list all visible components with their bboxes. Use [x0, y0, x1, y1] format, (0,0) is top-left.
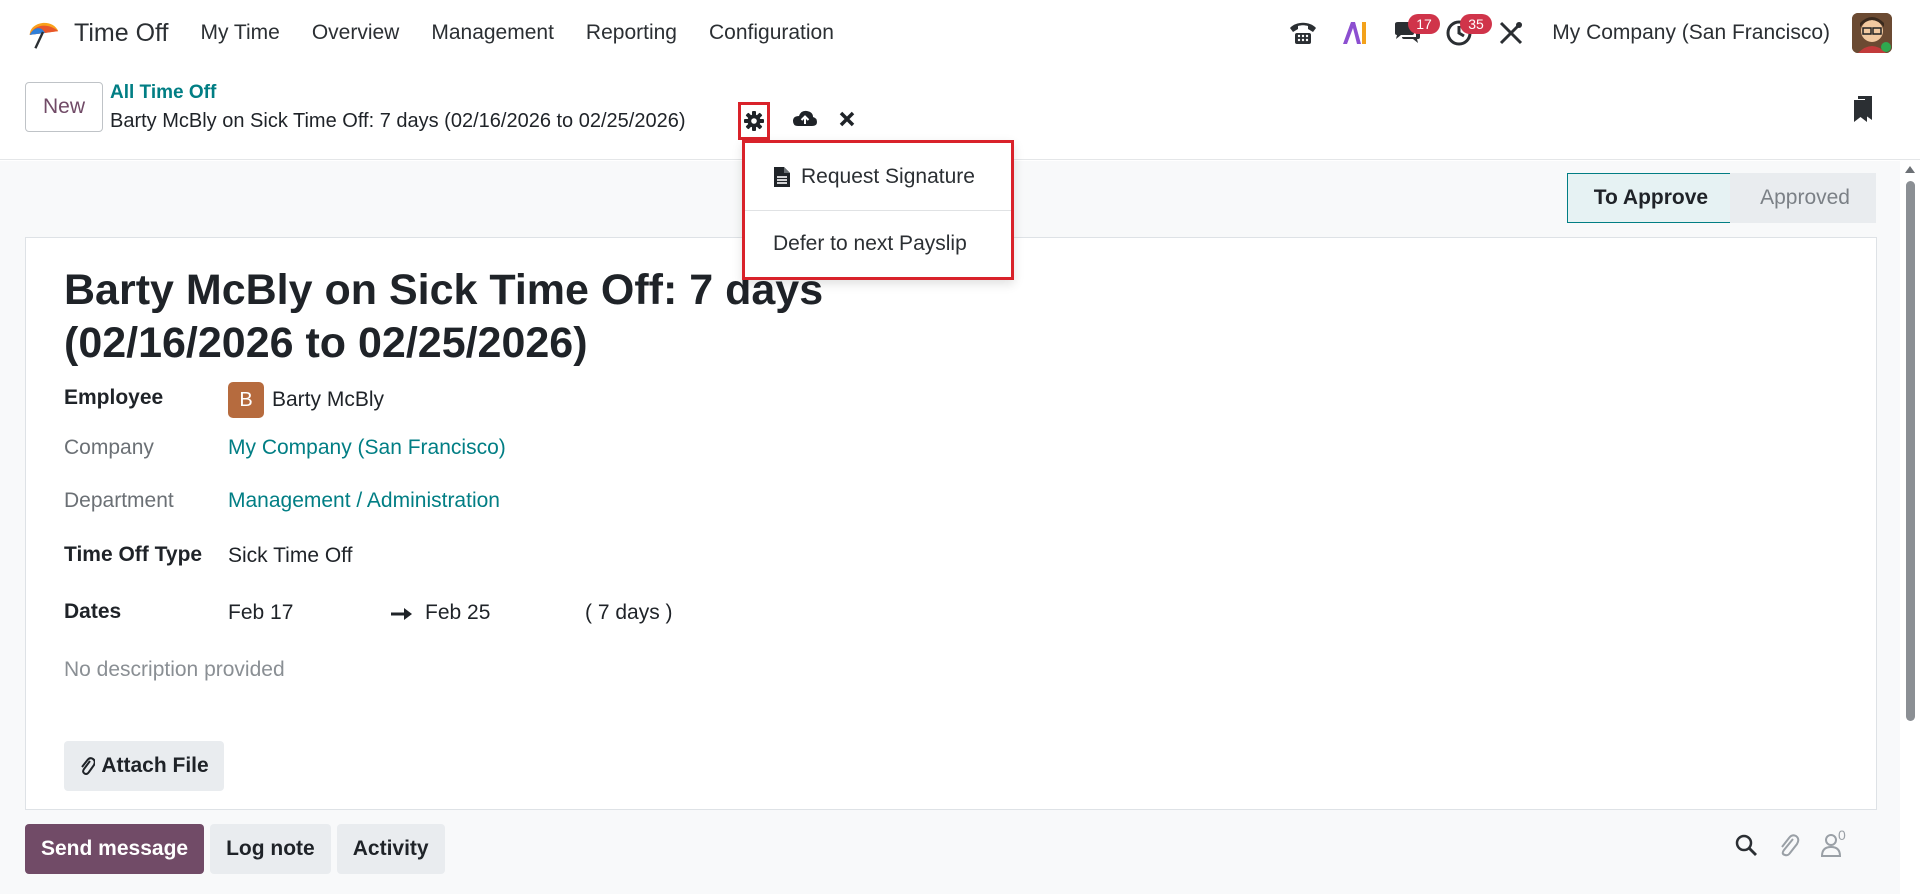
file-icon: [773, 166, 791, 188]
time-off-type-field[interactable]: Sick Time Off: [228, 544, 352, 568]
send-message-button[interactable]: Send message: [25, 824, 205, 874]
defer-next-payslip-label: Defer to next Payslip: [773, 232, 967, 255]
activity-clock-icon[interactable]: 35: [1440, 14, 1492, 52]
messages-badge: 17: [1408, 14, 1440, 34]
paperclip-attachments-icon[interactable]: [1778, 833, 1800, 857]
menu-management[interactable]: Management: [431, 21, 554, 45]
discard-close-icon[interactable]: [838, 110, 856, 128]
phone-icon[interactable]: [1284, 14, 1322, 52]
messages-icon[interactable]: 17: [1388, 14, 1440, 52]
date-from-field[interactable]: Feb 17: [228, 601, 293, 625]
department-label: Department: [64, 489, 174, 512]
new-button[interactable]: New: [25, 82, 103, 132]
time-off-app-icon[interactable]: [24, 14, 62, 52]
gear-icon: [744, 111, 764, 131]
company-switcher[interactable]: My Company (San Francisco): [1552, 21, 1830, 45]
menu-configuration[interactable]: Configuration: [709, 21, 834, 45]
action-dropdown-menu: Request Signature Defer to next Payslip: [742, 140, 1014, 280]
followers-button[interactable]: 0: [1820, 827, 1850, 857]
chatter-toolbar: Send message Log note Activity: [25, 824, 445, 874]
dates-label: Dates: [64, 600, 122, 623]
arrow-right-icon: [391, 608, 412, 620]
scroll-up-arrow[interactable]: [1905, 166, 1915, 173]
activity-badge: 35: [1460, 14, 1492, 34]
breadcrumb-current-record: Barty McBly on Sick Time Off: 7 days (02…: [110, 110, 686, 132]
request-signature-item[interactable]: Request Signature: [745, 143, 1011, 210]
menu-overview[interactable]: Overview: [312, 21, 400, 45]
description-field[interactable]: No description provided: [64, 658, 285, 682]
company-label: Company: [64, 436, 154, 459]
employee-avatar: B: [228, 382, 264, 418]
time-off-type-label: Time Off Type: [64, 543, 203, 566]
employee-label: Employee: [64, 386, 164, 409]
stage-to-approve[interactable]: To Approve: [1566, 173, 1731, 223]
breadcrumb-all-time-off[interactable]: All Time Off: [110, 82, 216, 104]
top-navbar: Time Off My Time Overview Management Rep…: [0, 0, 1920, 66]
company-field-link[interactable]: My Company (San Francisco): [228, 436, 506, 460]
department-field-link[interactable]: Management / Administration: [228, 489, 500, 513]
chatter-tools: 0: [1734, 827, 1850, 857]
scrollbar[interactable]: [1900, 161, 1920, 894]
save-cloud-icon[interactable]: [792, 108, 818, 130]
log-note-button[interactable]: Log note: [210, 824, 331, 874]
action-menu-gear-button[interactable]: [738, 102, 770, 140]
employee-field[interactable]: Barty McBly: [272, 388, 384, 412]
ai-icon[interactable]: [1336, 14, 1374, 52]
user-avatar[interactable]: [1852, 13, 1892, 53]
date-to-field[interactable]: Feb 25: [425, 601, 490, 625]
duration-value: ( 7 days ): [585, 601, 673, 624]
bookmark-icon[interactable]: [1852, 94, 1874, 124]
defer-next-payslip-item[interactable]: Defer to next Payslip: [745, 210, 1011, 277]
menu-reporting[interactable]: Reporting: [586, 21, 677, 45]
activity-button[interactable]: Activity: [336, 824, 445, 874]
search-icon[interactable]: [1734, 833, 1758, 857]
attach-file-button[interactable]: Attach File: [64, 741, 224, 791]
stage-approved[interactable]: Approved: [1730, 173, 1876, 223]
form-sheet: Barty McBly on Sick Time Off: 7 days (02…: [25, 237, 1877, 810]
followers-count: 0: [1838, 827, 1846, 843]
status-bar: To Approve Approved: [1566, 173, 1876, 223]
app-name[interactable]: Time Off: [74, 19, 168, 48]
scroll-thumb[interactable]: [1906, 181, 1915, 721]
request-signature-label: Request Signature: [801, 164, 975, 188]
menu-my-time[interactable]: My Time: [200, 21, 279, 45]
attach-file-label: Attach File: [101, 754, 209, 777]
tools-icon[interactable]: [1492, 14, 1530, 52]
paperclip-icon: [81, 757, 96, 775]
